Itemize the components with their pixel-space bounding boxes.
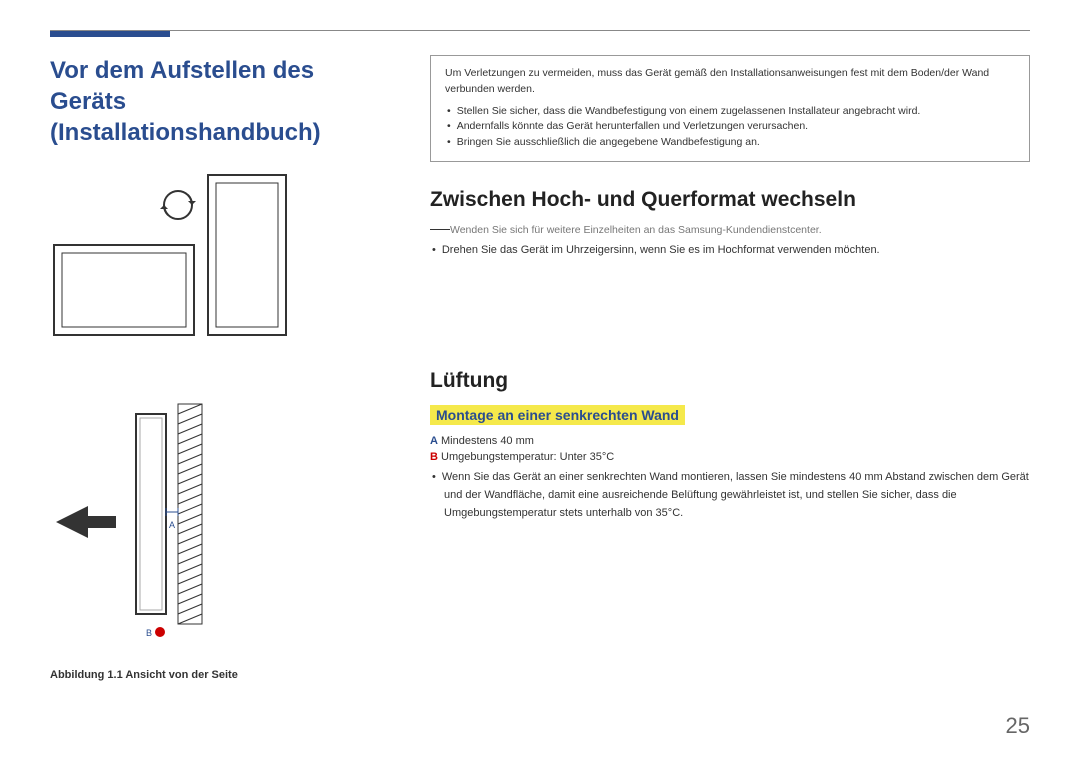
ventilation-bullet: Wenn Sie das Gerät an einer senkrechten … [444,469,1030,522]
warning-intro: Um Verletzungen zu vermeiden, muss das G… [445,66,1015,98]
page-title: Vor dem Aufstellen des Geräts (Installat… [50,55,390,149]
warning-item: Stellen Sie sicher, dass die Wandbefesti… [459,104,1015,120]
page-number: 25 [1006,713,1030,739]
figure-caption: Abbildung 1.1 Ansicht von der Seite [50,669,390,681]
section-ventilation-heading: Lüftung [430,369,1030,393]
spec-a: A Mindestens 40 mm [430,435,1030,447]
warning-item: Andernfalls könnte das Gerät herunterfal… [459,119,1015,135]
ventilation-subheading: Montage an einer senkrechten Wand [430,405,685,425]
section-rotate-heading: Zwischen Hoch- und Querformat wechseln [430,188,1030,212]
diagram-label-b: B [146,628,152,638]
spec-b: B Umgebungstemperatur: Unter 35°C [430,451,1030,463]
rotate-note: Wenden Sie sich für weitere Einzelheiten… [430,224,1030,236]
accent-bar [50,31,170,37]
warning-box: Um Verletzungen zu vermeiden, muss das G… [430,55,1030,162]
rotate-bullet: Drehen Sie das Gerät im Uhrzeigersinn, w… [444,242,1030,260]
diagram-label-a: A [169,520,175,530]
side-view-diagram: A B Abbildung 1.1 Ansicht von der Seite [50,394,390,681]
warning-item: Bringen Sie ausschließlich die angegeben… [459,135,1015,151]
rotation-diagram [50,169,390,344]
